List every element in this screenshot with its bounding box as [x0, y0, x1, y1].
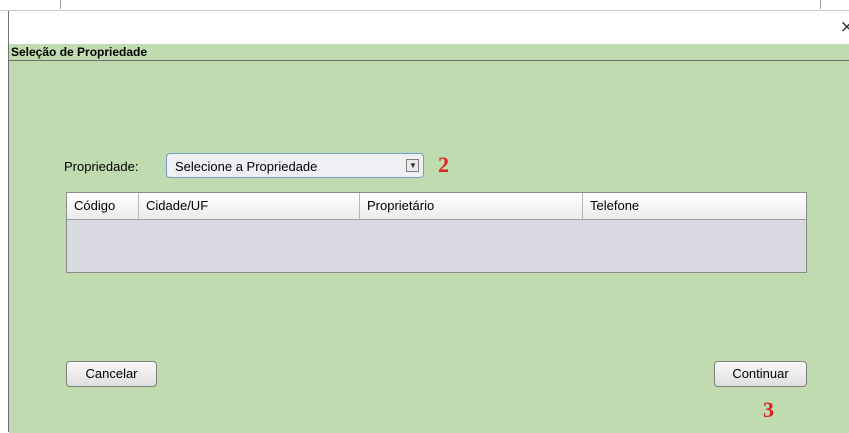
cancel-button[interactable]: Cancelar [66, 361, 157, 387]
property-label: Propriedade: [64, 159, 139, 174]
property-select-value: Selecione a Propriedade [175, 159, 318, 174]
background-window-strip [0, 0, 849, 11]
dialog-window: × Seleção de Propriedade Propriedade: Se… [8, 11, 849, 433]
close-icon[interactable]: × [840, 19, 849, 36]
strip-divider-left [60, 0, 61, 9]
panel-title: Seleção de Propriedade [9, 44, 849, 60]
annotation-marker-3: 3 [763, 397, 774, 422]
column-header-proprietario[interactable]: Proprietário [360, 193, 583, 219]
column-header-telefone[interactable]: Telefone [583, 193, 806, 219]
column-header-codigo[interactable]: Código [67, 193, 139, 219]
property-select[interactable]: Selecione a Propriedade ▼ [166, 153, 424, 178]
dropdown-arrow-button[interactable]: ▼ [406, 159, 419, 172]
dialog-titlebar: × [9, 11, 849, 44]
annotation-marker-2: 2 [438, 152, 449, 177]
property-selection-panel: Propriedade: Selecione a Propriedade ▼ 2… [9, 60, 849, 433]
continue-button[interactable]: Continuar [714, 361, 807, 387]
strip-divider-right [820, 0, 821, 9]
column-header-cidade-uf[interactable]: Cidade/UF [139, 193, 360, 219]
chevron-down-icon: ▼ [409, 161, 417, 170]
property-table[interactable]: Código Cidade/UF Proprietário Telefone [66, 192, 807, 273]
table-header: Código Cidade/UF Proprietário Telefone [67, 193, 806, 220]
